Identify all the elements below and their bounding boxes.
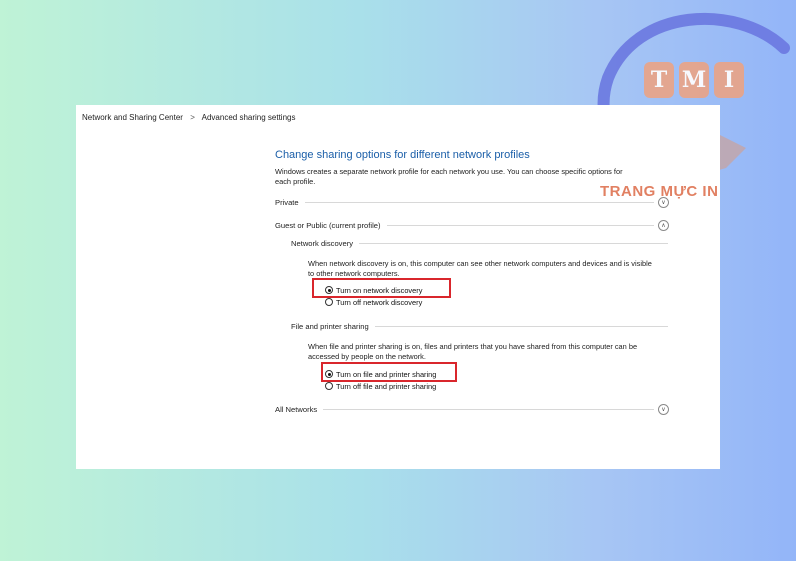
chevron-up-icon[interactable]: ∧ [658,219,669,231]
advanced-sharing-window: Network and Sharing Center > Advanced sh… [76,105,720,469]
divider [374,325,668,327]
network-discovery-description: When network discovery is on, this compu… [308,259,652,278]
section-all-networks-title: All Networks [275,404,318,414]
file-printer-sharing-description: When file and printer sharing is on, fil… [308,342,638,361]
radio-turn-off-network-discovery[interactable]: Turn off network discovery [325,297,422,307]
logo-letter-i: I [714,62,744,98]
breadcrumb-network-sharing-center[interactable]: Network and Sharing Center [82,113,183,122]
radio-turn-off-file-printer-sharing[interactable]: Turn off file and printer sharing [325,381,436,391]
radio-label: Turn on network discovery [336,285,423,295]
file-printer-sharing-title: File and printer sharing [291,321,369,331]
radio-label: Turn on file and printer sharing [336,369,437,379]
breadcrumb-separator: > [190,113,195,122]
divider [304,201,654,203]
radio-label: Turn off network discovery [336,297,423,307]
divider [386,224,654,226]
logo-letters: T M I [644,62,744,98]
section-all-networks[interactable]: All Networks ∨ [275,403,669,415]
radio-button-selected[interactable] [325,286,333,294]
section-guest-public[interactable]: Guest or Public (current profile) ∧ [275,219,669,231]
logo-letter-m: M [679,62,709,98]
radio-button[interactable] [325,298,333,306]
section-private-title: Private [275,197,299,207]
subsection-file-printer-sharing: File and printer sharing [291,321,668,331]
logo-letter-t: T [644,62,674,98]
divider [323,408,654,410]
section-guest-public-title: Guest or Public (current profile) [275,220,381,230]
breadcrumb-advanced-sharing[interactable]: Advanced sharing settings [202,113,296,122]
divider [359,242,668,244]
brand-name: TRANG MỰC IN [600,183,719,200]
breadcrumb: Network and Sharing Center > Advanced sh… [82,113,295,122]
page-title: Change sharing options for different net… [275,149,530,161]
radio-button-selected[interactable] [325,370,333,378]
radio-turn-on-file-printer-sharing[interactable]: Turn on file and printer sharing [325,369,436,379]
subsection-network-discovery: Network discovery [291,238,668,248]
chevron-down-icon[interactable]: ∨ [658,403,669,415]
page-description: Windows creates a separate network profi… [275,167,623,186]
radio-turn-on-network-discovery[interactable]: Turn on network discovery [325,285,422,295]
radio-label: Turn off file and printer sharing [336,381,437,391]
network-discovery-title: Network discovery [291,238,354,248]
radio-button[interactable] [325,382,333,390]
